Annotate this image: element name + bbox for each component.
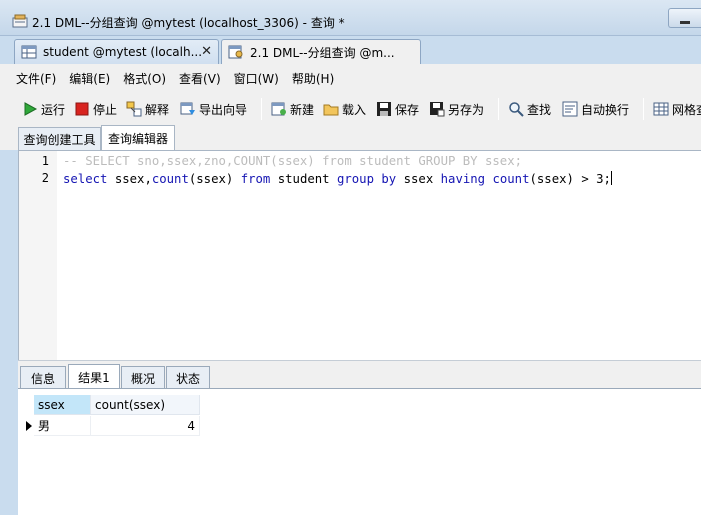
sql-keyword: count — [151, 172, 189, 186]
table-cell[interactable]: 4 — [91, 416, 200, 436]
tab-label: 2.1 DML--分组查询 @m... — [250, 45, 395, 60]
find-button[interactable]: 查找 — [508, 99, 551, 119]
word-wrap-icon — [562, 101, 578, 117]
editor-mode-tabs: 查询创建工具 查询编辑器 — [0, 124, 701, 150]
sql-keyword: by — [381, 172, 397, 186]
toolbar: 运行 停止 解释 导出向导 新建 载入 保存 另存为 查找 自动换行 网格查看 — [0, 92, 701, 124]
column-header-ssex[interactable]: ssex — [34, 395, 91, 415]
toolbar-separator — [261, 98, 262, 120]
word-wrap-button[interactable]: 自动换行 — [562, 99, 629, 119]
toolbar-separator — [498, 98, 499, 120]
menu-file[interactable]: 文件(F) — [16, 70, 56, 87]
save-icon — [377, 102, 391, 116]
sql-keyword: group — [336, 172, 374, 186]
column-header-count[interactable]: count(ssex) — [91, 395, 200, 415]
tab-query[interactable]: 2.1 DML--分组查询 @m... — [221, 39, 421, 64]
menu-window[interactable]: 窗口(W) — [234, 70, 279, 87]
sql-keyword: from — [240, 172, 271, 186]
search-icon — [509, 102, 524, 117]
code-line-2[interactable]: select ssex,count(ssex) from student gro… — [63, 171, 612, 186]
text-caret — [610, 171, 612, 185]
sql-keyword: count — [492, 172, 530, 186]
menu-view[interactable]: 查看(V) — [179, 70, 221, 87]
tab-result-1[interactable]: 结果1 — [68, 364, 120, 389]
sql-editor[interactable]: 1 2 -- SELECT sno,ssex,zno,COUNT(ssex) f… — [18, 150, 701, 360]
folder-icon — [323, 104, 339, 116]
export-icon — [180, 102, 195, 115]
close-icon[interactable]: ✕ — [201, 44, 212, 59]
stop-icon — [75, 102, 89, 116]
sql-comment: -- SELECT sno,ssex,zno,COUNT(ssex) from … — [63, 154, 523, 168]
line-number: 1 — [41, 154, 49, 168]
tab-query-builder[interactable]: 查询创建工具 — [18, 127, 101, 150]
save-as-icon — [430, 102, 445, 117]
menu-bar: 文件(F) 编辑(E) 格式(O) 查看(V) 窗口(W) 帮助(H) — [0, 64, 701, 92]
sql-keyword: having — [440, 172, 486, 186]
menu-edit[interactable]: 编辑(E) — [69, 70, 110, 87]
explain-icon — [126, 101, 142, 117]
minimize-button[interactable] — [668, 8, 701, 28]
line-number: 2 — [41, 171, 49, 185]
sql-keyword: select — [63, 172, 108, 186]
grid-icon — [653, 102, 669, 116]
new-button[interactable]: 新建 — [271, 99, 314, 119]
toolbar-separator — [643, 98, 644, 120]
new-query-icon — [271, 102, 286, 116]
table-icon — [21, 45, 37, 59]
load-button[interactable]: 载入 — [323, 99, 366, 119]
result-tab-bar: 信息 结果1 概况 状态 — [18, 360, 701, 389]
export-wizard-button[interactable]: 导出向导 — [180, 99, 247, 119]
query-icon — [228, 45, 243, 59]
title-bar: 2.1 DML--分组查询 @mytest (localhost_3306) -… — [0, 0, 701, 36]
menu-format[interactable]: 格式(O) — [123, 70, 166, 87]
code-line-1[interactable]: -- SELECT sno,ssex,zno,COUNT(ssex) from … — [63, 154, 522, 168]
document-tab-bar: student @mytest (localh... ✕ 2.1 DML--分组… — [0, 36, 701, 64]
database-query-icon — [12, 14, 28, 28]
menu-help[interactable]: 帮助(H) — [292, 70, 334, 87]
save-as-button[interactable]: 另存为 — [429, 99, 484, 119]
tab-profile[interactable]: 概况 — [121, 366, 165, 389]
save-button[interactable]: 保存 — [376, 99, 419, 119]
tab-student-table[interactable]: student @mytest (localh... ✕ — [14, 39, 219, 64]
table-cell[interactable]: 男 — [34, 416, 91, 436]
result-panel: ssex count(ssex) 男 4 — [18, 388, 701, 515]
explain-button[interactable]: 解释 — [126, 99, 169, 119]
stop-button[interactable]: 停止 — [74, 99, 117, 119]
grid-view-button[interactable]: 网格查看 — [653, 99, 701, 119]
current-row-indicator-icon — [26, 421, 32, 431]
run-button[interactable]: 运行 — [22, 99, 65, 119]
window-title: 2.1 DML--分组查询 @mytest (localhost_3306) -… — [32, 16, 345, 30]
tab-query-editor[interactable]: 查询编辑器 — [101, 125, 175, 150]
line-number-gutter: 1 2 — [19, 151, 57, 360]
play-icon — [24, 102, 38, 116]
tab-label: student @mytest (localh... — [43, 45, 203, 59]
tab-info[interactable]: 信息 — [20, 366, 66, 389]
tab-status[interactable]: 状态 — [166, 366, 210, 389]
